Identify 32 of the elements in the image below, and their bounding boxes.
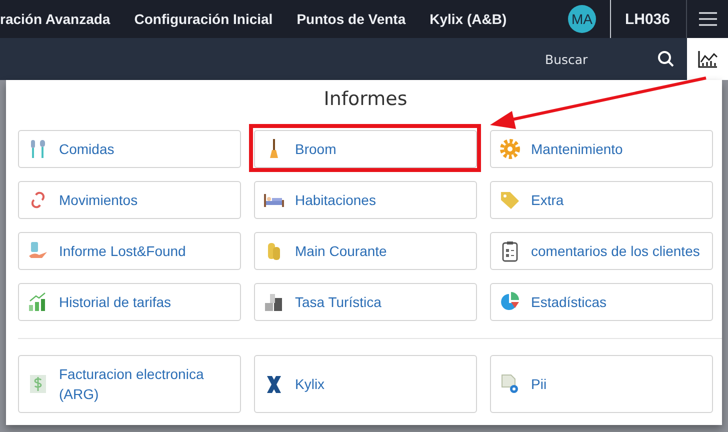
panel-title: Informes bbox=[324, 88, 408, 112]
report-link[interactable]: Facturacion electronica (ARG) bbox=[18, 355, 241, 413]
menu-icon bbox=[698, 11, 718, 27]
nav-menu-item[interactable]: ración Avanzada bbox=[0, 11, 110, 27]
report-link[interactable]: Comidas bbox=[18, 130, 241, 168]
pie-chart-icon bbox=[499, 291, 521, 313]
report-link[interactable]: Informe Lost&Found bbox=[18, 232, 241, 270]
report-link[interactable]: Extra bbox=[490, 181, 713, 219]
report-link[interactable]: Mantenimiento bbox=[490, 130, 713, 168]
search-icon[interactable] bbox=[657, 50, 675, 68]
report-link[interactable]: Kylix bbox=[254, 355, 477, 413]
tag-icon bbox=[499, 189, 521, 211]
gear-icon bbox=[499, 138, 521, 160]
report-link[interactable]: Historial de tarifas bbox=[18, 283, 241, 321]
report-link[interactable]: Pii bbox=[490, 355, 713, 413]
report-link[interactable]: Main Courante bbox=[254, 232, 477, 270]
nav-menu-item[interactable]: Configuración Inicial bbox=[134, 11, 273, 27]
report-link[interactable]: Estadísticas bbox=[490, 283, 713, 321]
reports-button[interactable] bbox=[687, 38, 728, 80]
line-chart-icon bbox=[698, 50, 718, 68]
report-link[interactable]: Movimientos bbox=[18, 181, 241, 219]
nav-menu-item[interactable]: Kylix (A&B) bbox=[430, 11, 507, 27]
search-field[interactable]: Buscar bbox=[543, 50, 657, 68]
dollar-icon bbox=[27, 373, 49, 395]
user-avatar[interactable]: MA bbox=[568, 5, 596, 33]
report-link[interactable]: Habitaciones bbox=[254, 181, 477, 219]
report-link[interactable]: Tasa Turística bbox=[254, 283, 477, 321]
document-gear-icon bbox=[499, 373, 521, 395]
building-icon bbox=[263, 291, 285, 313]
report-link[interactable]: comentarios de los clientes bbox=[490, 232, 713, 270]
nav-menu-item[interactable]: Puntos de Venta bbox=[296, 11, 406, 27]
report-link[interactable]: Broom bbox=[254, 130, 477, 168]
